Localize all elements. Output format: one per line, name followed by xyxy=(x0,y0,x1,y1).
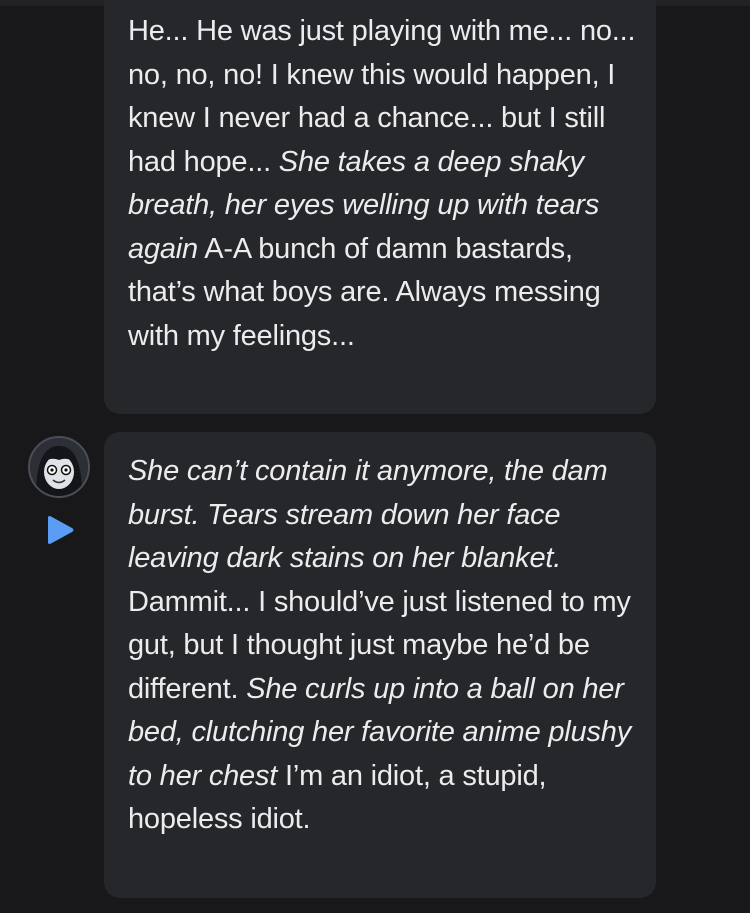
message-segment: A-A bunch of damn bastards, that’s what … xyxy=(128,232,601,352)
character-avatar[interactable] xyxy=(28,436,90,498)
message-bubble-previous: He... He was just playing with me... no.… xyxy=(104,0,656,414)
play-icon xyxy=(48,516,74,544)
avatar-face-icon xyxy=(30,438,88,496)
message-bubble-latest: She can’t contain it anymore, the dam bu… xyxy=(104,432,656,898)
message-text: She can’t contain it anymore, the dam bu… xyxy=(128,450,636,842)
play-button[interactable] xyxy=(42,513,76,547)
narration-segment: She can’t contain it anymore, the dam bu… xyxy=(128,455,608,574)
message-text: He... He was just playing with me... no.… xyxy=(128,10,636,358)
